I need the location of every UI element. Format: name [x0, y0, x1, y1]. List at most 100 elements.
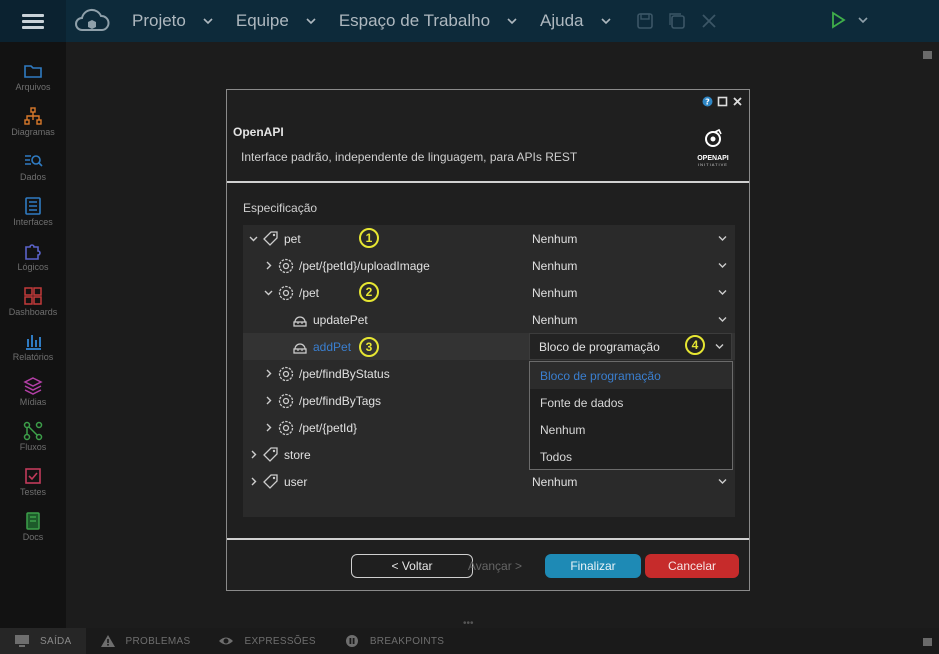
sidebar-item-logicos[interactable]: Lógicos [0, 241, 66, 272]
pause-circle-icon [345, 635, 358, 647]
sidebar-item-dados[interactable]: Dados [0, 151, 66, 182]
help-icon[interactable]: ? [702, 96, 713, 107]
row-label: /pet/{petId} [299, 420, 358, 435]
sidebar-item-label: Diagramas [11, 127, 55, 137]
tab-saida[interactable]: SAÍDA [0, 628, 86, 654]
save-all-icon[interactable] [668, 12, 686, 30]
finish-button[interactable]: Finalizar [545, 554, 641, 578]
expand-arrow-icon[interactable] [261, 360, 275, 387]
sidebar-item-testes[interactable]: Testes [0, 466, 66, 497]
layers-icon [23, 377, 43, 395]
flow-icon [23, 421, 43, 441]
menu-equipe[interactable]: Equipe [236, 11, 317, 31]
collapse-arrow-icon[interactable] [261, 279, 275, 306]
menu-icon [22, 11, 44, 32]
eye-icon [219, 637, 234, 645]
gear-path-icon [278, 366, 294, 381]
sidebar-item-label: Interfaces [13, 217, 53, 227]
tree-row-operation-selected[interactable]: addPet Bloco de programação 3 4 [243, 333, 735, 360]
dropdown-option[interactable]: Fonte de dados [530, 389, 732, 416]
row-label: /pet/findByTags [299, 393, 382, 408]
logo-text: OPENAPI [697, 155, 729, 162]
sidebar-item-label: Arquivos [15, 82, 51, 92]
sidebar-item-label: Testes [19, 487, 46, 497]
tab-breakpoints[interactable]: BREAKPOINTS [330, 628, 458, 654]
row-select[interactable]: Nenhum [532, 279, 728, 306]
maximize-icon[interactable] [717, 96, 728, 107]
sidebar-item-dashboards[interactable]: Dashboards [0, 286, 66, 317]
scrollbar[interactable] [923, 51, 932, 59]
svg-text:?: ? [705, 97, 710, 106]
tag-icon [263, 230, 278, 246]
dropdown-option[interactable]: Todos [530, 443, 732, 470]
tree-row-path[interactable]: /pet Nenhum 2 [243, 279, 735, 306]
close-icon[interactable] [700, 12, 718, 30]
expand-arrow-icon[interactable] [261, 387, 275, 414]
tree-row-operation[interactable]: updatePet Nenhum [243, 306, 735, 333]
dropdown-option[interactable]: Bloco de programação [530, 362, 732, 389]
sidebar-item-relatorios[interactable]: Relatórios [0, 331, 66, 362]
diagram-icon [24, 107, 42, 125]
chevron-down-icon [715, 344, 724, 349]
save-icon[interactable] [636, 12, 654, 30]
sidebar-item-label: Mídias [19, 397, 47, 407]
menu-label: Espaço de Trabalho [338, 11, 491, 30]
tab-problemas[interactable]: PROBLEMAS [86, 628, 205, 654]
tag-icon [263, 473, 278, 489]
menu-ajuda[interactable]: Ajuda [540, 11, 611, 31]
tab-label: EXPRESSÕES [244, 635, 316, 647]
cancel-button[interactable]: Cancelar [645, 554, 739, 578]
annotation-marker: 3 [359, 337, 379, 357]
sidebar-item-docs[interactable]: Docs [0, 511, 66, 542]
chevron-down-icon [306, 18, 316, 25]
panel-toggle[interactable] [923, 638, 932, 646]
sidebar-item-label: Lógicos [17, 262, 49, 272]
row-select[interactable]: Nenhum [532, 225, 728, 252]
expand-arrow-icon[interactable] [246, 441, 260, 468]
row-select[interactable]: Nenhum [532, 468, 728, 495]
expand-arrow-icon[interactable] [261, 252, 275, 279]
sidebar-item-arquivos[interactable]: Arquivos [0, 61, 66, 92]
bottom-panel-tabs: SAÍDA PROBLEMAS EXPRESSÕES BREAKPOINTS [0, 628, 939, 654]
sidebar-item-interfaces[interactable]: Interfaces [0, 196, 66, 227]
row-label: addPet [313, 339, 352, 354]
row-label: user [284, 474, 308, 489]
menu-projeto[interactable]: Projeto [132, 11, 214, 31]
monitor-icon [15, 635, 29, 647]
sidebar-item-midias[interactable]: Mídias [0, 376, 66, 407]
sidebar-item-label: Docs [22, 532, 44, 542]
operation-icon [293, 342, 307, 354]
chevron-down-icon [507, 18, 517, 25]
chevron-down-icon [718, 290, 727, 295]
expand-arrow-icon[interactable] [261, 414, 275, 441]
menu-espaco-de-trabalho[interactable]: Espaço de Trabalho [339, 11, 518, 31]
sidebar-item-fluxos[interactable]: Fluxos [0, 421, 66, 452]
tree-row-path[interactable]: /pet/{petId}/uploadImage Nenhum [243, 252, 735, 279]
dialog-title: OpenAPI [233, 125, 284, 139]
logo-subtext: INITIATIVE [698, 162, 728, 167]
sidebar: Arquivos Diagramas Dados Interfaces Lógi… [0, 42, 66, 628]
row-select-value: Nenhum [532, 258, 578, 273]
expand-arrow-icon[interactable] [246, 468, 260, 495]
tab-label: SAÍDA [40, 635, 72, 647]
tree-row-pet[interactable]: pet Nenhum 1 [243, 225, 735, 252]
menu-button[interactable] [0, 0, 66, 42]
chevron-down-icon [718, 263, 727, 268]
dialog-header: ? OpenAPI Interface padrão, independente… [227, 90, 749, 183]
row-label: store [284, 447, 311, 462]
row-select[interactable]: Nenhum [532, 306, 728, 333]
dialog-subtitle: Interface padrão, independente de lingua… [241, 150, 578, 164]
tab-expressoes[interactable]: EXPRESSÕES [204, 628, 329, 654]
tree-row-user[interactable]: user Nenhum [243, 468, 735, 495]
sidebar-item-diagramas[interactable]: Diagramas [0, 106, 66, 137]
chevron-down-icon [718, 236, 727, 241]
close-icon[interactable] [732, 96, 743, 107]
run-icon[interactable] [829, 11, 847, 29]
cloud-logo-icon [75, 8, 110, 31]
next-button[interactable]: Avançar > [447, 554, 543, 578]
collapse-arrow-icon[interactable] [246, 225, 260, 252]
docs-icon [26, 512, 40, 530]
dropdown-option[interactable]: Nenhum [530, 416, 732, 443]
row-select[interactable]: Nenhum [532, 252, 728, 279]
chevron-down-icon[interactable] [857, 14, 869, 26]
